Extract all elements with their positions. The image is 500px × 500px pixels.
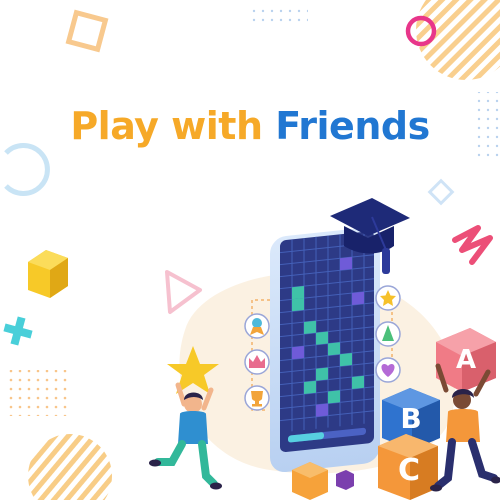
dot-grid-icon [252, 4, 308, 26]
pink-triangle-icon [165, 270, 202, 314]
block-letter-b: B [400, 402, 421, 435]
illustration: A B C [3, 0, 500, 500]
dot-grid-icon [6, 370, 70, 416]
hollow-square-icon [65, 9, 109, 53]
crown-icon [244, 349, 270, 375]
promo-banner: A B C Play with Friends [0, 0, 500, 500]
title-part-play-with: Play with [70, 104, 263, 148]
title-part-friends: Friends [275, 104, 430, 148]
block-letter-a: A [456, 345, 476, 375]
phone-device [270, 227, 380, 473]
striped-circle-icon [28, 434, 112, 500]
hollow-diamond-icon [427, 178, 455, 206]
yellow-cube-icon [28, 250, 68, 298]
block-letter-c: C [398, 453, 420, 488]
pink-squiggle-icon [452, 225, 493, 265]
page-title: Play with Friends [0, 104, 500, 148]
game-piece-icon [375, 321, 401, 347]
blue-ring-icon [4, 143, 50, 196]
heart-icon [375, 357, 401, 383]
award-badge-icon [244, 313, 270, 339]
trophy-icon [244, 385, 270, 411]
teal-cross-icon [3, 316, 33, 346]
star-icon [375, 285, 401, 311]
